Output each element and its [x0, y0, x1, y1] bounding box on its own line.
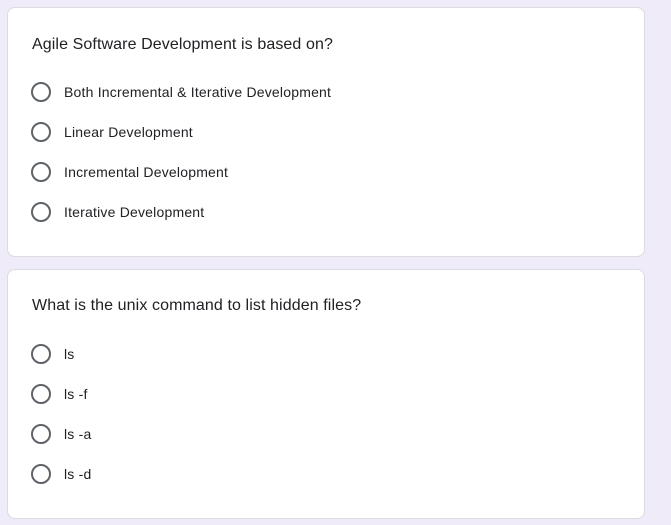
option-label: Linear Development — [64, 124, 193, 140]
radio-button[interactable] — [31, 424, 51, 444]
radio-button[interactable] — [31, 122, 51, 142]
option-label: Incremental Development — [64, 164, 229, 180]
radio-option[interactable]: Linear Development — [31, 121, 331, 143]
radio-button[interactable] — [31, 344, 51, 364]
radio-option[interactable]: ls -d — [31, 463, 91, 485]
radio-button[interactable] — [31, 464, 51, 484]
option-label: ls -a — [64, 426, 92, 442]
radio-button[interactable] — [31, 82, 51, 102]
option-label: Iterative Development — [64, 204, 205, 220]
radio-group: Both Incremental & Iterative Development… — [31, 81, 331, 241]
radio-button[interactable] — [31, 202, 51, 222]
radio-option[interactable]: ls — [31, 343, 91, 365]
option-label: Both Incremental & Iterative Development — [64, 84, 332, 100]
radio-group: ls ls -f ls -a ls -d — [31, 343, 91, 503]
radio-option[interactable]: Iterative Development — [31, 201, 331, 223]
question-card-1: Agile Software Development is based on? … — [7, 7, 645, 257]
question-title: What is the unix command to list hidden … — [32, 297, 362, 314]
option-label: ls — [64, 346, 75, 362]
question-title: Agile Software Development is based on? — [32, 36, 333, 53]
radio-button[interactable] — [31, 384, 51, 404]
question-card-2: What is the unix command to list hidden … — [7, 269, 645, 519]
radio-option[interactable]: ls -f — [31, 383, 91, 405]
radio-option[interactable]: Incremental Development — [31, 161, 331, 183]
radio-option[interactable]: ls -a — [31, 423, 91, 445]
option-label: ls -d — [64, 466, 92, 482]
radio-button[interactable] — [31, 162, 51, 182]
radio-option[interactable]: Both Incremental & Iterative Development — [31, 81, 331, 103]
option-label: ls -f — [64, 386, 88, 402]
